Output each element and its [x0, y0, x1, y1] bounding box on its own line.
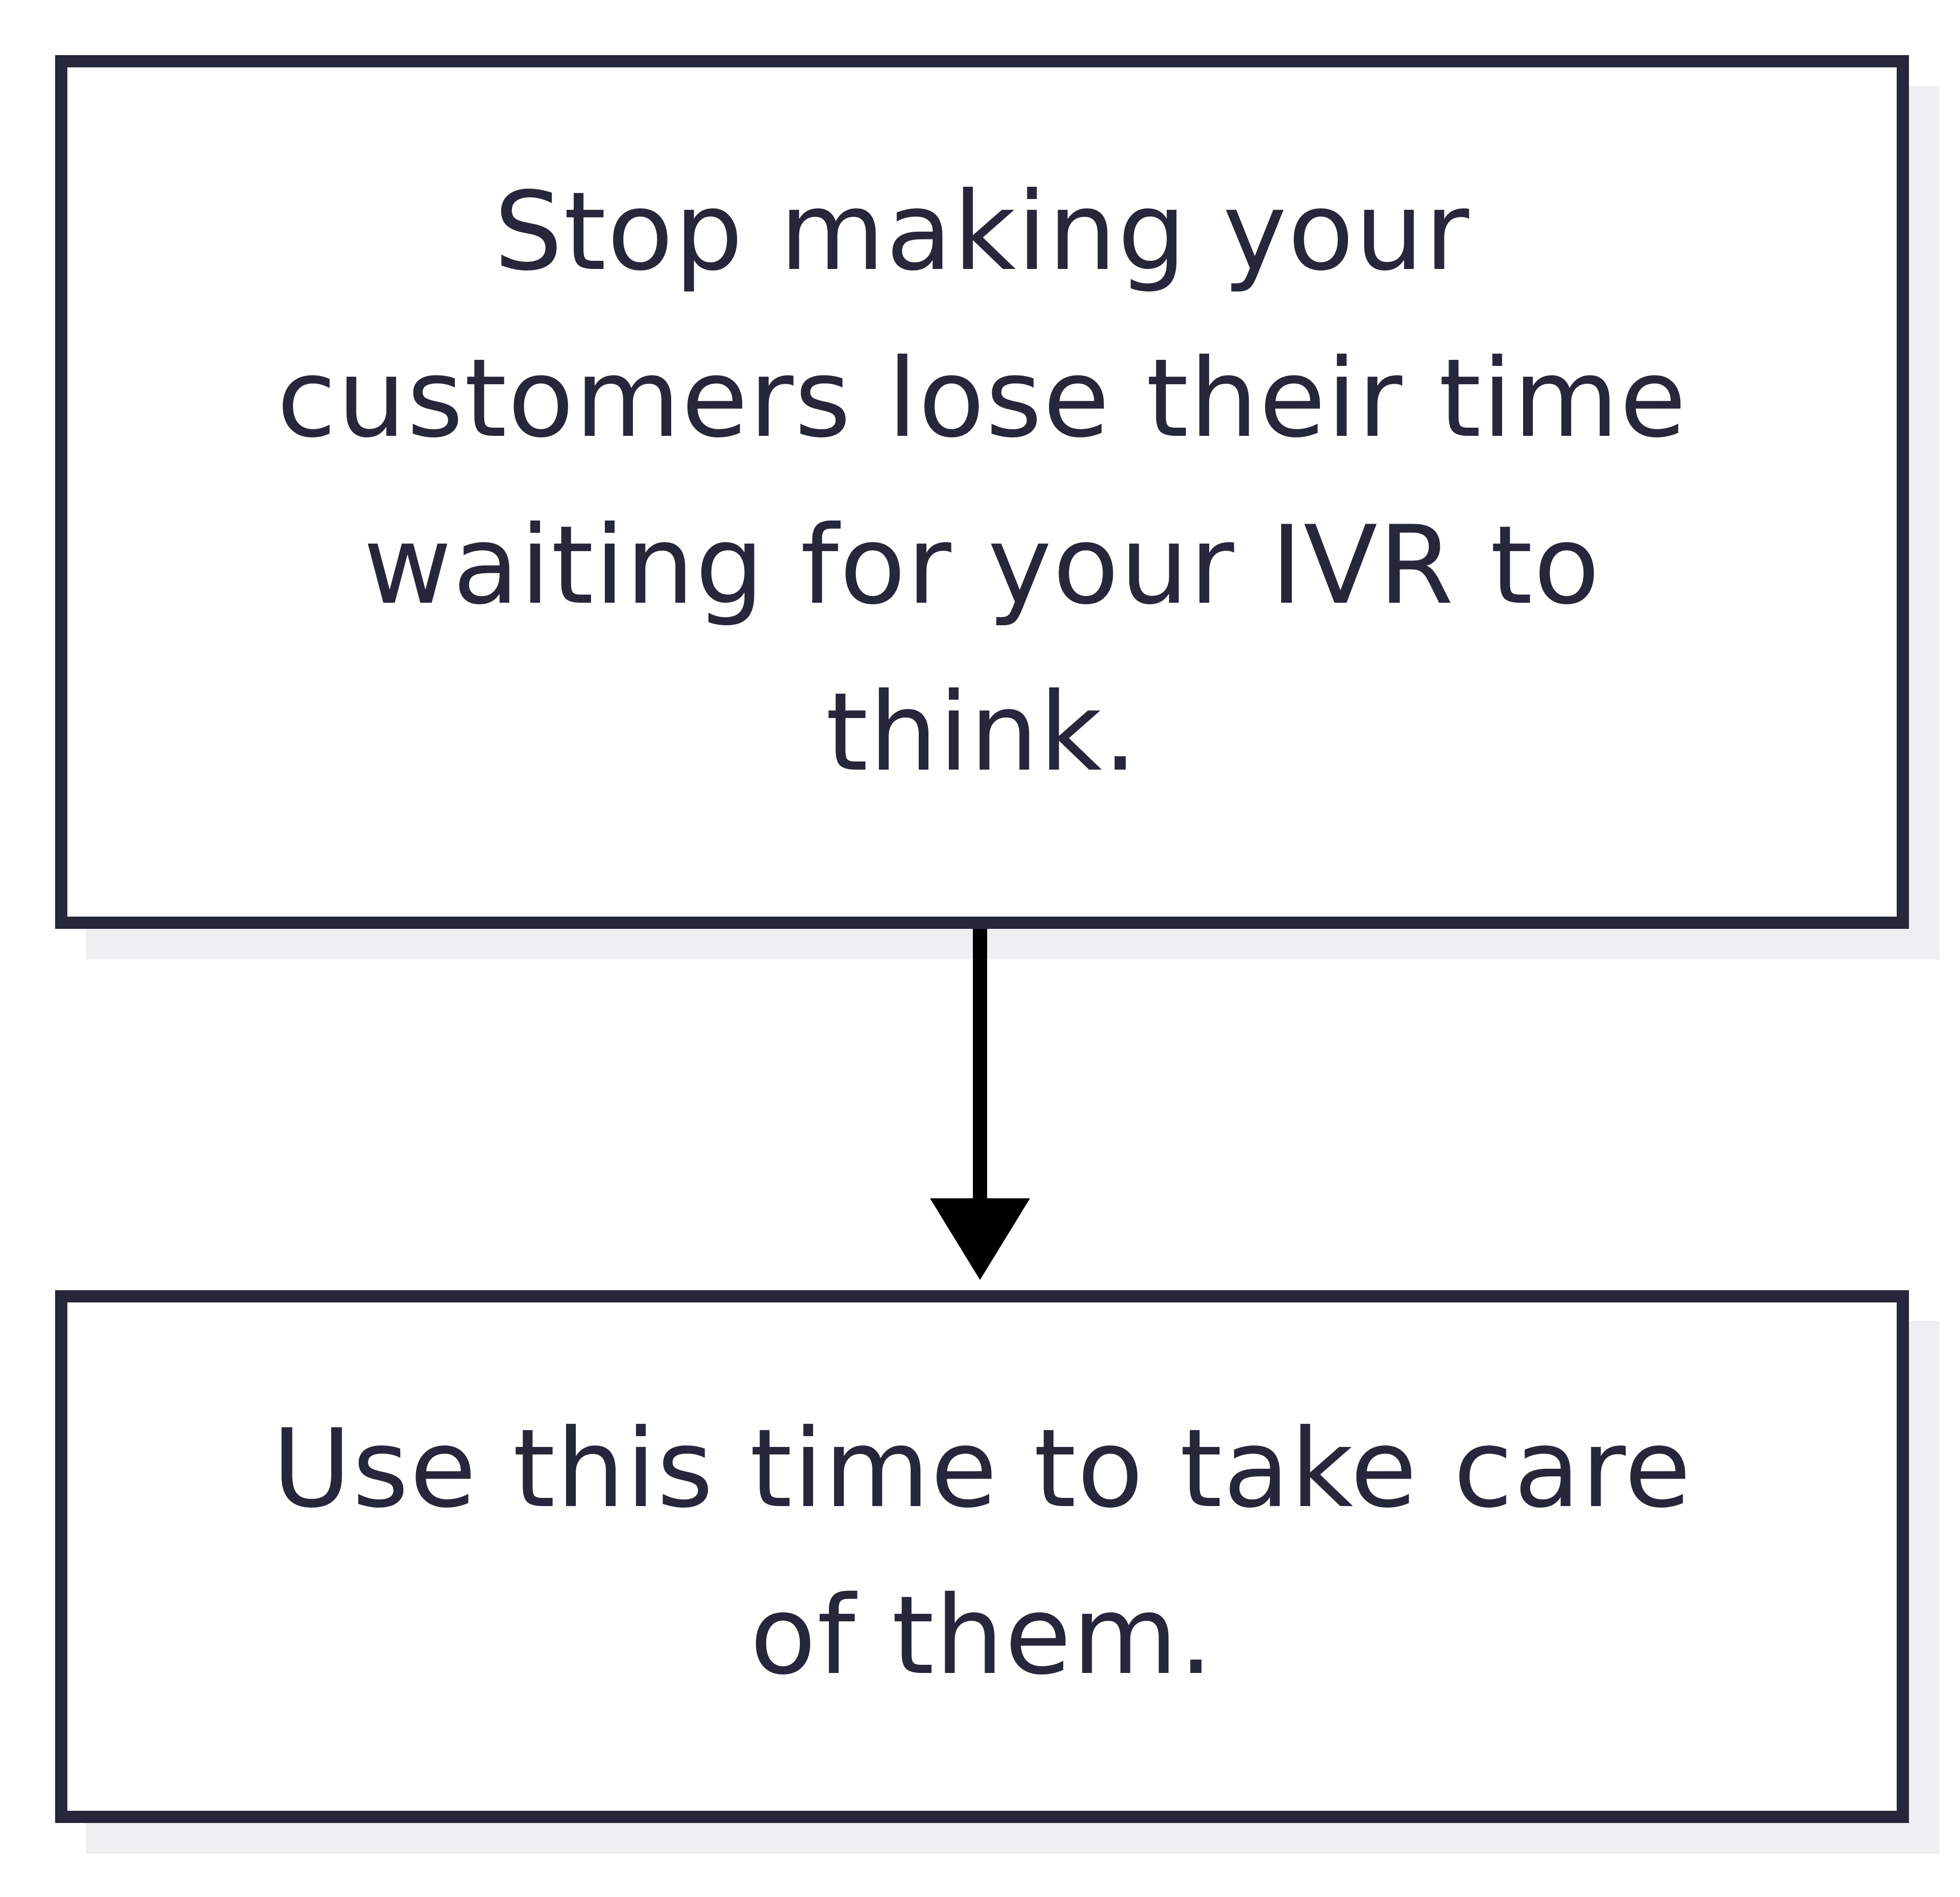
flow-node-bottom-text: Use this time to take care of them. — [272, 1406, 1692, 1698]
arrowhead-icon — [930, 1198, 1030, 1280]
flow-node-bottom: Use this time to take care of them. — [55, 1290, 1909, 1823]
